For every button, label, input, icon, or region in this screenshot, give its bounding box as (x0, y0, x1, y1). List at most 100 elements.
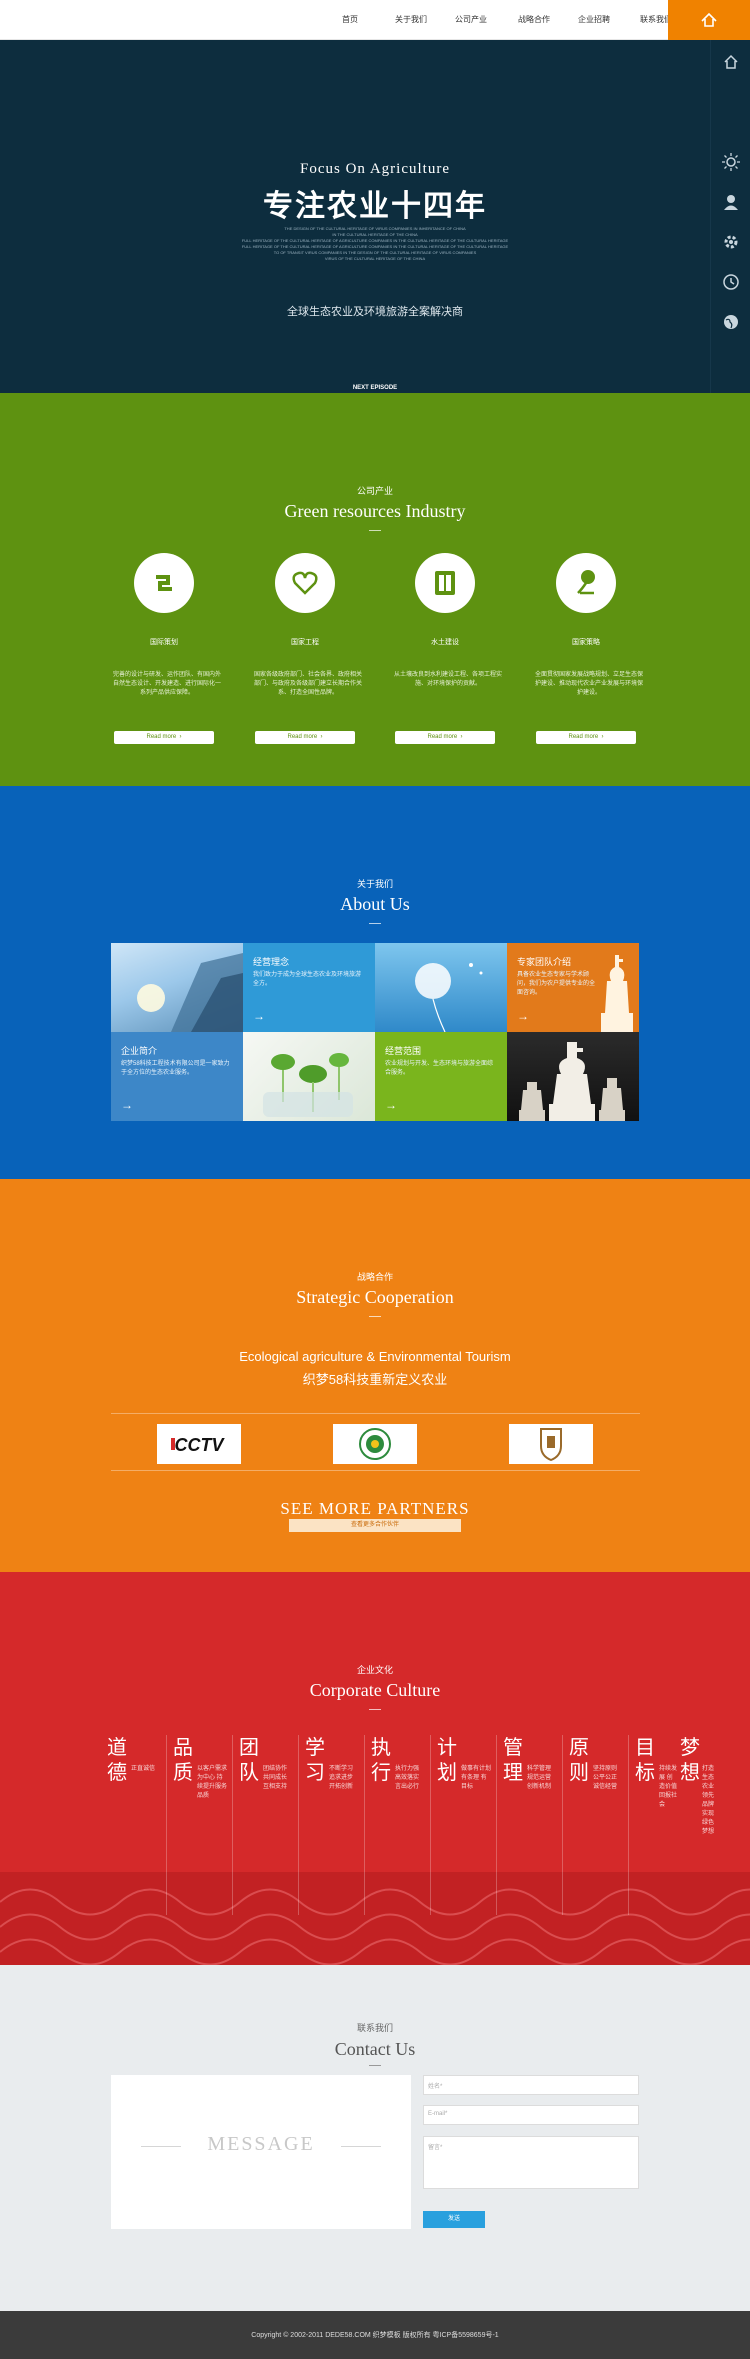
culture-keyword: 道德 (107, 1735, 127, 1784)
read-more-button[interactable]: Read more › (114, 731, 214, 744)
about-card-experts[interactable]: 专家团队介绍 具备农业生态专家与学术顾问，我们为农户提供专业的全面咨询。 → (507, 943, 639, 1032)
email-field[interactable]: E-mail* (423, 2105, 639, 2125)
sun-icon[interactable] (721, 152, 741, 172)
arrow-right-icon[interactable]: → (517, 1009, 529, 1023)
culture-column: 计划 做事有计划 有条理 有目标 (431, 1735, 497, 1915)
section-title-en: Green resources Industry (284, 501, 466, 521)
about-card-scope[interactable]: 经营范围 农业规划与开发、生态环境与旅游全面综合服务。 → (375, 1032, 507, 1121)
culture-keyword: 原则 (569, 1735, 589, 1784)
culture-desc: 坚持原则 公平公正 诚信经营 (593, 1766, 618, 1790)
read-more-button[interactable]: Read more › (255, 731, 355, 744)
culture-keyword: 学习 (305, 1735, 325, 1784)
culture-column: 品质 以客户需求为中心 持续提升服务品质 (167, 1735, 233, 1915)
heart-leaf-icon (275, 553, 335, 613)
nav-orange-button[interactable] (668, 0, 750, 40)
culture-desc: 以客户需求为中心 持续提升服务品质 (197, 1766, 228, 1799)
culture-keyword: 梦想 (680, 1735, 700, 1784)
nav-item-industry[interactable]: 公司产业 (455, 0, 487, 40)
divider (369, 1709, 381, 1710)
nav-item-home[interactable]: 首页 (342, 0, 358, 40)
industry-card-desc: 国家各级政府部门、社会各界、政府相关部门、与政府及各级部门建立长期合作关系、打造… (253, 672, 362, 696)
top-nav: 首页 关于我们 公司产业 战略合作 企业招聘 联系我们 (0, 0, 750, 40)
section-title-cn: 关于我们 (356, 879, 393, 889)
footer: Copyright © 2002-2011 DEDE58.COM 织梦模板 版权… (0, 2311, 750, 2359)
culture-desc: 执行力强 高效落实 言出必行 (395, 1766, 420, 1790)
home-icon[interactable] (721, 52, 741, 72)
culture-column: 原则 坚持原则 公平公正 诚信经营 (563, 1735, 629, 1915)
culture-desc: 持续发展 创造价值 回报社会 (659, 1766, 678, 1808)
culture-column: 学习 不断学习 追求进步 开拓创新 (299, 1735, 365, 1915)
culture-column: 管理 科学管理 规范运营 创新机制 (497, 1735, 563, 1915)
nav-item-about[interactable]: 关于我们 (395, 0, 427, 40)
arrow-right-icon[interactable]: → (253, 1009, 265, 1023)
read-more-label: Read more (146, 734, 177, 740)
contact-section: 联系我们 Contact Us MESSAGE 姓名* E-mail* 留言* … (0, 1965, 750, 2311)
section-title-cn: 战略合作 (356, 1272, 393, 1282)
chess-image (507, 1032, 639, 1121)
about-card-desc: 具备农业生态专家与学术顾问，我们为农户提供专业的全面咨询。 (517, 972, 596, 996)
nav-item-recruit[interactable]: 企业招聘 (578, 0, 610, 40)
culture-column: 团队 团结协作 共同成长 互相支持 (233, 1735, 299, 1915)
section-title-en: Contact Us (334, 2039, 416, 2059)
arrow-right-icon[interactable]: → (385, 1098, 397, 1112)
hero-section: Focus On Agriculture 专注农业十四年 THE DESIGN … (0, 40, 750, 406)
culture-column: 梦想 打造生态农业领先品牌 实现绿色梦想 (680, 1735, 720, 1915)
about-card-title: 经营理念 (253, 957, 290, 967)
culture-desc: 正直诚信 (131, 1766, 156, 1772)
culture-keyword: 目标 (635, 1735, 655, 1784)
read-more-button[interactable]: Read more › (395, 731, 495, 744)
culture-desc: 团结协作 共同成长 互相支持 (263, 1766, 288, 1790)
industry-card-desc: 完善的设计与研发、运作团队、有国内外自然生态设计、开发建造、进行国际化一系列产品… (112, 672, 221, 696)
about-card-intro[interactable]: 企业简介 织梦58科技工程技术有限公司是一家致力于全方位的生态农业服务。 → (111, 1032, 243, 1121)
next-episode-label[interactable]: NEXT EPISODE (0, 385, 750, 391)
hero-subtitle: 全球生态农业及环境旅游全案解决商 (287, 306, 463, 318)
home-icon (701, 12, 717, 27)
clock-icon[interactable] (721, 272, 741, 292)
about-card-title: 企业简介 (121, 1046, 158, 1056)
see-more-partners-button[interactable]: 查看更多合作伙伴 (289, 1519, 461, 1532)
culture-keyword: 执行 (371, 1735, 391, 1784)
culture-keyword: 计划 (437, 1735, 457, 1784)
culture-column: 道德 正直诚信 (101, 1735, 167, 1915)
message-label: MESSAGE (207, 2133, 315, 2155)
read-more-label: Read more (287, 734, 318, 740)
cctv-logo[interactable]: CCTV (157, 1424, 241, 1464)
svg-text:CCTV: CCTV (175, 1435, 226, 1455)
nav-item-cooperation[interactable]: 战略合作 (518, 0, 550, 40)
culture-desc: 科学管理 规范运营 创新机制 (527, 1766, 552, 1790)
name-field[interactable]: 姓名* (423, 2075, 639, 2095)
about-card-desc: 织梦58科技工程技术有限公司是一家致力于全方位的生态农业服务。 (121, 1061, 230, 1076)
culture-desc: 不断学习 追求进步 开拓创新 (329, 1766, 354, 1790)
recycle-icon (134, 553, 194, 613)
hero-title-en: Focus On Agriculture (300, 161, 450, 177)
read-more-label: Read more (427, 734, 458, 740)
building-image (111, 943, 243, 1032)
about-card-desc: 我们致力于成为全球生态农业及环境旅游全方。 (253, 972, 362, 987)
globe-icon[interactable] (721, 312, 741, 332)
university-logo[interactable] (509, 1424, 593, 1464)
section-title-cn: 公司产业 (356, 486, 393, 496)
see-more-partners-label: SEE MORE PARTNERS (280, 1499, 470, 1518)
copyright-text: Copyright © 2002-2011 DEDE58.COM 织梦模板 版权… (251, 2332, 499, 2339)
culture-column: 目标 持续发展 创造价值 回报社会 (629, 1735, 679, 1915)
about-card-philosophy[interactable]: 经营理念 我们致力于成为全球生态农业及环境旅游全方。 → (243, 943, 375, 1032)
read-more-button[interactable]: Read more › (536, 731, 636, 744)
cooperation-tagline-cn: 织梦58科技重新定义农业 (302, 1372, 448, 1387)
chess-king-icon (601, 955, 633, 1032)
partner-logos-row: CCTV (111, 1413, 640, 1471)
gear-icon[interactable] (721, 232, 741, 252)
section-title-en: Strategic Cooperation (296, 1287, 454, 1307)
submit-button[interactable]: 发送 (423, 2211, 485, 2228)
agriculture-logo[interactable] (333, 1424, 417, 1464)
remark-field[interactable]: 留言* (423, 2136, 639, 2189)
sprout-image (243, 1032, 375, 1121)
arrow-right-icon[interactable]: → (121, 1098, 133, 1112)
cooperation-tagline-en: Ecological agriculture & Environmental T… (239, 1349, 511, 1364)
industry-card-desc: 全面贯彻国家发展战略规划、立足生态保护建设、推动现代农业产业发展与环境保护建设。 (534, 672, 643, 696)
divider (369, 923, 381, 924)
right-toolbar (710, 40, 750, 393)
user-icon[interactable] (721, 192, 741, 212)
industry-section: 公司产业 Green resources Industry 国际策划 国家工程 … (0, 393, 750, 786)
message-textarea[interactable]: MESSAGE (111, 2075, 411, 2229)
section-title-en: About Us (340, 894, 410, 914)
